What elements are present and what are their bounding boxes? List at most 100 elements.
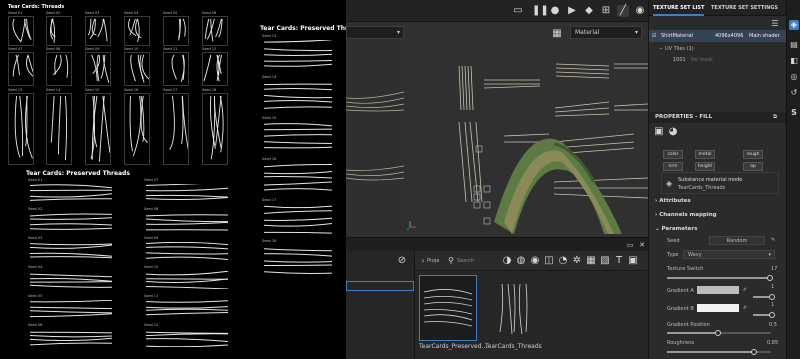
uv-viewport[interactable]: ▾: [345, 22, 405, 237]
texture-set-row[interactable]: ☑ ShirtMaterial 4096x4096 Main shader: [649, 30, 787, 42]
thread-card: [163, 16, 189, 46]
pause-icon[interactable]: ❚❚: [532, 5, 549, 17]
menu-icon[interactable]: ☰: [769, 18, 781, 30]
filter-brushes-icon[interactable]: ◔: [557, 255, 569, 267]
channel-height-button[interactable]: height: [695, 162, 715, 171]
history-icon[interactable]: ↺: [789, 88, 799, 98]
gradient-b-swatch[interactable]: [697, 304, 739, 312]
chevron-down-icon[interactable]: ⌄: [659, 45, 663, 51]
filter-tools-icon[interactable]: ▦: [585, 255, 597, 267]
seed-label: Seed 06: [28, 323, 43, 327]
seed-label: Seed 07: [8, 47, 23, 51]
filter-masks-icon[interactable]: ◫: [543, 255, 555, 267]
fill-layer-icon[interactable]: ▣: [653, 126, 665, 138]
filter-all-icon[interactable]: ◑: [501, 255, 513, 267]
uv-threads-preview: [345, 91, 405, 181]
shelf-thumb-threads[interactable]: [485, 275, 543, 341]
layer-row[interactable]: [346, 281, 414, 291]
channel-color-button[interactable]: color: [663, 150, 683, 159]
roughness-slider[interactable]: [667, 349, 771, 355]
gradient-a-swatch[interactable]: [697, 286, 739, 294]
edit-view-icon[interactable]: ⊞: [600, 5, 612, 17]
thread-card: [8, 52, 34, 86]
substance-3d-icon[interactable]: S: [789, 108, 799, 118]
slider-knob[interactable]: [751, 349, 758, 355]
channel-view-icon[interactable]: ▦: [551, 28, 563, 40]
3d-viewport[interactable]: Material ▾ ▦: [404, 22, 649, 237]
slider-knob[interactable]: [769, 294, 775, 300]
filter-environments-icon[interactable]: ▣: [627, 255, 639, 267]
layers-icon[interactable]: ▤: [789, 40, 799, 50]
gradient-position-slider[interactable]: [667, 330, 771, 336]
slider-knob[interactable]: [769, 312, 775, 318]
eyedropper-icon[interactable]: ✐: [743, 305, 747, 311]
viewport-tabs-bar: ▭ ✕: [346, 237, 648, 251]
render-icon[interactable]: ◆: [583, 5, 595, 17]
slider-knob[interactable]: [767, 275, 773, 281]
material-ball-icon[interactable]: ◕: [667, 126, 679, 138]
thread-card: [163, 93, 189, 165]
material-dropdown[interactable]: Material ▾: [570, 26, 642, 39]
channels-mapping-section[interactable]: › Channels mapping: [649, 210, 787, 221]
snapshot-icon[interactable]: ◉: [634, 5, 646, 17]
seed-label: Seed 18: [262, 239, 277, 243]
tab-texture-set-settings[interactable]: TEXTURE SET SETTINGS: [711, 0, 778, 16]
pen-icon[interactable]: ✎: [771, 237, 775, 243]
dock-icon[interactable]: ⧉: [773, 112, 777, 123]
type-select[interactable]: Wavy ▾: [683, 250, 775, 259]
bake-icon[interactable]: ◧: [789, 56, 799, 66]
shelf-thumb-preserved[interactable]: [419, 275, 477, 341]
close-icon[interactable]: ✕: [636, 239, 648, 251]
eyedropper-icon[interactable]: ✐: [743, 287, 747, 293]
no-visibility-icon[interactable]: ⊘: [396, 255, 408, 267]
preserved-thread-card: [28, 242, 114, 260]
sheet-title-threads: Tear Cards: Threads: [8, 4, 65, 10]
seed-label: Seed 08: [46, 47, 61, 51]
channel-nrm-button[interactable]: nrm: [663, 162, 683, 171]
shelf-header: › Proje ⚲ Search ◑ ◍ ◉ ◫ ◔ ✲ ▦ ▧ T ▣: [415, 251, 649, 271]
gradient-b-value: 1: [771, 302, 775, 308]
slider-knob[interactable]: [715, 330, 721, 336]
preserved-thread-card: [28, 300, 114, 318]
filter-materials-icon[interactable]: ◉: [529, 255, 541, 267]
channel-metal-button[interactable]: metal: [695, 150, 715, 159]
channel-op-button[interactable]: op: [743, 162, 763, 171]
texture-set-icon[interactable]: ◈: [789, 20, 799, 30]
type-select-value: Wavy: [688, 252, 702, 258]
camera-icon[interactable]: ▶: [566, 5, 578, 17]
uv-tile-id[interactable]: 1001: [673, 57, 686, 63]
parameters-section[interactable]: ⌄ Parameters: [649, 224, 787, 235]
minimize-icon[interactable]: ▭: [624, 239, 636, 251]
gradient-a-slider[interactable]: [753, 294, 775, 300]
shelf-breadcrumb[interactable]: Proje: [427, 258, 439, 264]
preserved-thread-card: [262, 204, 334, 234]
screenshot-icon[interactable]: ▭: [512, 5, 524, 17]
chevron-down-icon: ▾: [768, 252, 771, 258]
gradient-b-slider[interactable]: [753, 312, 775, 318]
uv-viewport-dropdown[interactable]: ▾: [346, 26, 404, 39]
channel-rough-button[interactable]: rough: [743, 150, 763, 159]
preserved-thread-card: [262, 40, 334, 70]
filter-text-icon[interactable]: T: [613, 255, 625, 267]
thread-card: [124, 52, 150, 86]
substance-material-box[interactable]: ◈ Substance material mode TearCards_Thre…: [661, 172, 779, 194]
filter-smart-materials-icon[interactable]: ◍: [515, 255, 527, 267]
gradient-b-label: Gradient B: [667, 306, 694, 312]
texture-switch-value: 17: [771, 266, 778, 272]
display-settings-icon[interactable]: ◎: [789, 72, 799, 82]
thread-card: [46, 93, 72, 165]
preserved-thread-card: [28, 184, 114, 202]
shelf-search-input[interactable]: Search: [457, 258, 474, 264]
tab-texture-set-list[interactable]: TEXTURE SET LIST: [653, 0, 705, 16]
material-name: ShirtMaterial: [661, 33, 694, 39]
lighting-icon[interactable]: ●: [549, 5, 561, 17]
seed-random-button[interactable]: Random: [709, 236, 765, 245]
texture-switch-slider[interactable]: [667, 275, 773, 281]
checkbox-icon[interactable]: ☑: [652, 30, 656, 42]
paint-brush-icon[interactable]: ╱: [617, 5, 629, 17]
attributes-section[interactable]: › Attributes: [649, 196, 787, 207]
seed-label: Seed 09: [144, 236, 159, 240]
filter-textures-icon[interactable]: ▧: [599, 255, 611, 267]
filter-particles-icon[interactable]: ✲: [571, 255, 583, 267]
roughness-label: Roughness: [667, 340, 695, 346]
